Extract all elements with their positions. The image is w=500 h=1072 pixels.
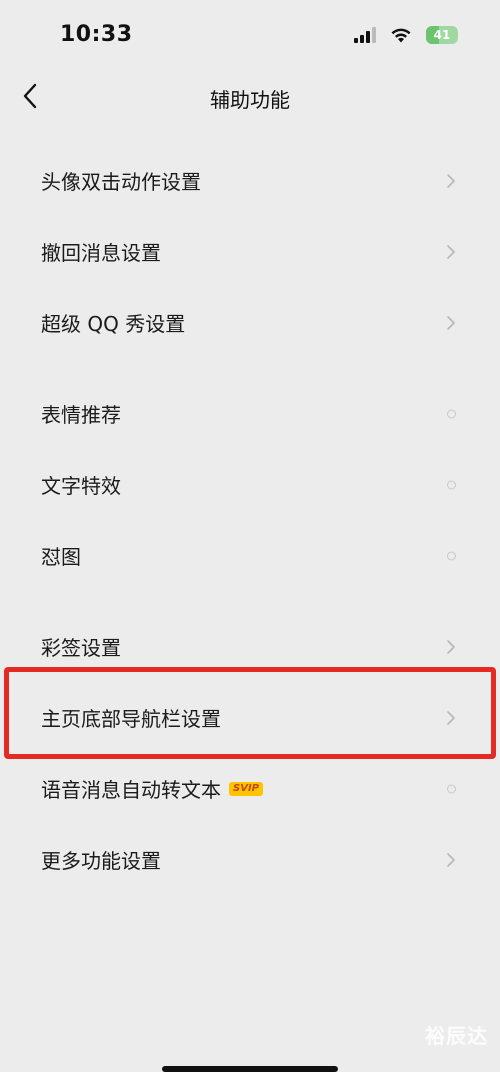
setting-label: 更多功能设置: [41, 849, 161, 873]
setting-more-features[interactable]: 更多功能设置: [0, 824, 500, 895]
setting-label: 撤回消息设置: [41, 241, 161, 265]
setting-text-effects[interactable]: 文字特效: [0, 449, 500, 520]
setting-label: 语音消息自动转文本: [41, 778, 221, 802]
nav-bar: 辅助功能: [0, 70, 500, 122]
chevron-right-icon: [446, 710, 456, 726]
settings-group-3: 彩签设置 主页底部导航栏设置 语音消息自动转文本 SVIP 更多功能设置: [0, 611, 500, 895]
circle-icon[interactable]: [447, 551, 456, 560]
setting-label: 彩签设置: [41, 636, 121, 660]
setting-avatar-double-click[interactable]: 头像双击动作设置: [0, 145, 500, 216]
chevron-right-icon: [446, 639, 456, 655]
circle-icon[interactable]: [447, 409, 456, 418]
battery-level: 41: [433, 28, 451, 42]
setting-label: 头像双击动作设置: [41, 170, 201, 194]
chevron-right-icon: [446, 244, 456, 260]
chevron-right-icon: [446, 173, 456, 189]
status-icons: 41: [354, 26, 458, 44]
setting-label: 怼图: [41, 545, 81, 569]
setting-label: 超级 QQ 秀设置: [41, 312, 186, 336]
wifi-icon: [391, 28, 411, 43]
setting-emoji-recommend[interactable]: 表情推荐: [0, 378, 500, 449]
signal-icon: [354, 27, 376, 43]
chevron-right-icon: [446, 315, 456, 331]
settings-group-2: 表情推荐 文字特效 怼图: [0, 378, 500, 591]
home-indicator: [162, 1066, 338, 1072]
page-title: 辅助功能: [210, 88, 290, 112]
status-bar: 10:33 41: [0, 0, 500, 70]
chevron-right-icon: [446, 852, 456, 868]
setting-label: 表情推荐: [41, 403, 121, 427]
settings-group-1: 头像双击动作设置 撤回消息设置 超级 QQ 秀设置: [0, 145, 500, 358]
circle-icon[interactable]: [447, 480, 456, 489]
settings-list: 头像双击动作设置 撤回消息设置 超级 QQ 秀设置 表情推荐 文字特效 怼图 彩…: [0, 145, 500, 895]
setting-label: 主页底部导航栏设置: [41, 707, 221, 731]
svip-badge: SVIP: [229, 781, 263, 796]
setting-voice-to-text[interactable]: 语音消息自动转文本 SVIP: [0, 753, 500, 824]
setting-reply-image[interactable]: 怼图: [0, 520, 500, 591]
setting-color-tag[interactable]: 彩签设置: [0, 611, 500, 682]
setting-super-qq-show[interactable]: 超级 QQ 秀设置: [0, 287, 500, 358]
setting-recall-message[interactable]: 撤回消息设置: [0, 216, 500, 287]
watermark: 裕辰达: [425, 1024, 488, 1048]
circle-icon[interactable]: [447, 784, 456, 793]
setting-label: 文字特效: [41, 474, 121, 498]
battery-icon: 41: [426, 26, 458, 44]
setting-home-bottom-nav[interactable]: 主页底部导航栏设置: [0, 682, 500, 753]
status-time: 10:33: [60, 22, 133, 47]
